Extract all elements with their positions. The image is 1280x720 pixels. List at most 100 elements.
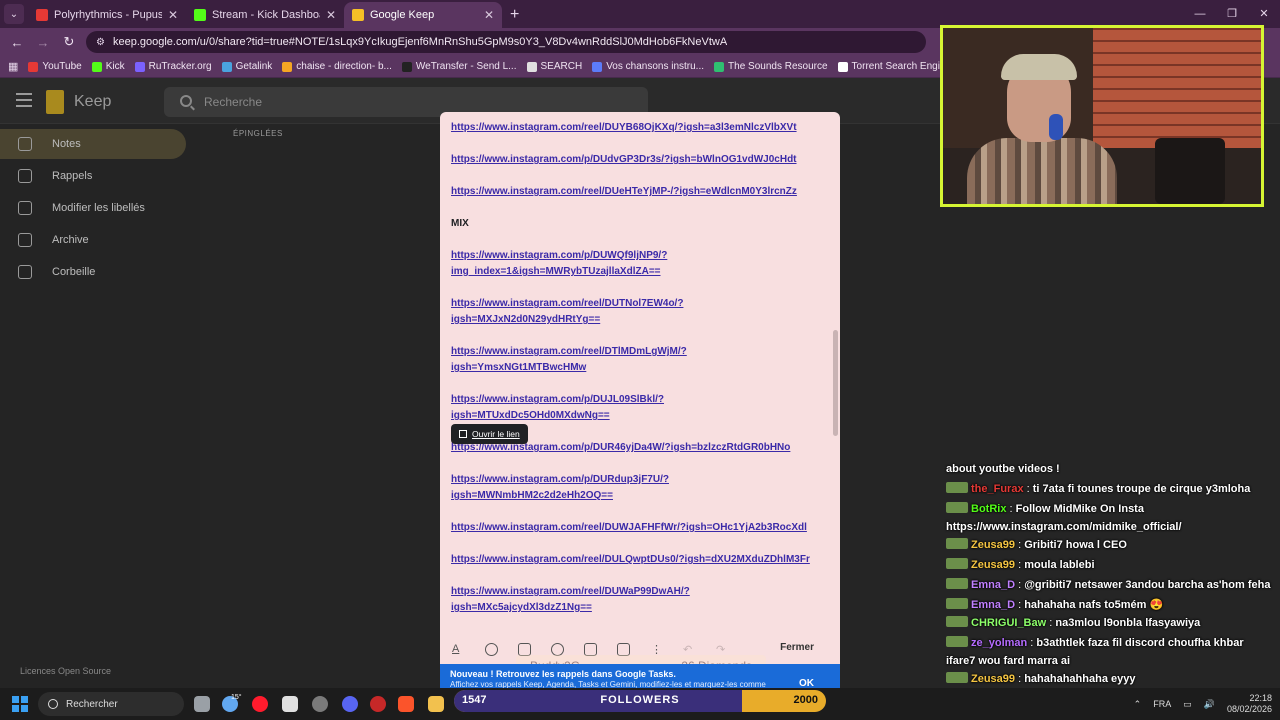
followers-goal: 2000 — [793, 694, 818, 706]
bookmark-label: RuTracker.org — [148, 61, 212, 72]
note-link[interactable]: https://www.instagram.com/p/DUJL09SlBkl/… — [451, 394, 664, 405]
opera-icon[interactable] — [252, 696, 268, 712]
note-link[interactable]: igsh=MXc5ajcydXl3dzZ1Ng== — [451, 602, 592, 613]
note-link[interactable]: https://www.instagram.com/reel/DUWJAFHFf… — [451, 522, 807, 533]
collaborator-icon[interactable] — [551, 642, 564, 656]
note-link[interactable]: https://www.instagram.com/reel/DULQwptDU… — [451, 554, 810, 565]
tab-close-icon[interactable]: ✕ — [484, 8, 494, 22]
minimize-icon[interactable]: — — [1184, 0, 1216, 28]
browser-tab[interactable]: Google Keep ✕ — [344, 2, 502, 28]
bookmark-item[interactable]: RuTracker.org — [134, 61, 212, 72]
note-link[interactable]: https://www.instagram.com/reel/DUTNol7EW… — [451, 298, 683, 309]
sidebar-item-notes[interactable]: Notes — [0, 129, 186, 159]
browser-tab[interactable]: Polyrhythmics - Pupusa Stre ✕ — [28, 2, 186, 28]
main-menu-icon[interactable] — [16, 93, 32, 107]
note-link[interactable]: img_index=1&igsh=MWRybTUzajllaXdlZA== — [451, 266, 661, 277]
forward-arrow-icon[interactable]: → — [34, 35, 52, 50]
sidebar-item-archive[interactable]: Archive — [0, 225, 186, 255]
chat-username[interactable]: Zeusa99 — [971, 673, 1015, 685]
open-link-tooltip[interactable]: Ouvrir le lien — [451, 424, 528, 444]
sidebar-item-rappels[interactable]: Rappels — [0, 161, 186, 191]
taskbar-clock[interactable]: 22:18 08/02/2026 — [1227, 693, 1272, 715]
new-tab-plus-icon[interactable]: + — [510, 6, 519, 24]
app-icon-2[interactable] — [312, 696, 328, 712]
note-link[interactable]: https://www.instagram.com/reel/DUWaP99Dw… — [451, 586, 690, 597]
bookmark-favicon-icon — [526, 61, 537, 72]
note-link[interactable]: igsh=MXJxN2d0N29ydHRtYg== — [451, 314, 600, 325]
back-arrow-icon[interactable]: ← — [8, 35, 26, 50]
chat-username[interactable]: BotRix — [971, 503, 1006, 515]
more-options-icon[interactable]: ⋮ — [650, 643, 663, 656]
chat-username[interactable]: Emna_D — [971, 579, 1015, 591]
licences-link[interactable]: Licences Open Source — [20, 666, 111, 676]
bookmark-item[interactable]: SEARCH — [526, 61, 582, 72]
bookmark-item[interactable]: Kick — [91, 61, 125, 72]
browser-tab[interactable]: Stream - Kick Dashboard ✕ — [186, 2, 344, 28]
chat-username[interactable]: Zeusa99 — [971, 559, 1015, 571]
bookmark-item[interactable]: Vos chansons instru... — [592, 61, 704, 72]
lightbulb-icon — [18, 137, 32, 151]
apps-grid-icon[interactable]: ▦ — [8, 60, 18, 73]
brave-icon[interactable] — [398, 696, 414, 712]
chat-text: hahahaha nafs to5mém 😍 — [1024, 599, 1164, 611]
note-link[interactable]: https://www.instagram.com/reel/DUeHTeYjM… — [451, 186, 797, 197]
note-link[interactable]: igsh=MWNmbHM2c2d2eHh2OQ== — [451, 490, 613, 501]
note-link[interactable]: https://www.instagram.com/p/DURdup3jF7U/… — [451, 474, 669, 485]
note-link[interactable]: https://www.instagram.com/p/DUdvGP3Dr3s/… — [451, 154, 797, 165]
bookmark-item[interactable]: The Sounds Resource — [714, 61, 828, 72]
site-info-icon[interactable]: ⚙ — [96, 37, 105, 48]
tab-close-icon[interactable]: ✕ — [326, 8, 336, 22]
app-icon-3[interactable] — [370, 696, 386, 712]
chat-separator: : — [1015, 579, 1025, 591]
close-window-icon[interactable]: ✕ — [1248, 0, 1280, 28]
note-body[interactable]: https://www.instagram.com/reel/DUYB68OjK… — [440, 112, 840, 632]
taskbar-search[interactable]: Rechercher — [38, 692, 184, 716]
windows-start-icon[interactable] — [12, 696, 28, 712]
tray-lang[interactable]: FRA — [1153, 699, 1171, 709]
chat-message: CHRIGUI_Baw : na3mlou l9onbla lfasyawiya — [946, 614, 1276, 632]
bookmark-item[interactable]: Getalink — [221, 61, 272, 72]
note-link[interactable]: https://www.instagram.com/p/DUWQf9ljNP9/… — [451, 250, 667, 261]
bookmark-label: chaise - direction- b... — [296, 61, 392, 72]
task-view-icon[interactable] — [194, 696, 210, 712]
address-bar[interactable]: ⚙ keep.google.com/u/0/share?tid=true#NOT… — [86, 31, 926, 53]
sidebar-item-modifier-libelles[interactable]: Modifier les libellés — [0, 193, 186, 223]
volume-icon[interactable]: 🔊 — [1204, 699, 1215, 710]
app-icon-1[interactable] — [282, 696, 298, 712]
note-link[interactable]: igsh=YmsxNGt1MTBwcHMw — [451, 362, 586, 373]
bookmark-label: Kick — [105, 61, 125, 72]
tray-chevron-icon[interactable]: ⌃ — [1134, 699, 1142, 710]
close-note-button[interactable]: Fermer — [780, 642, 814, 653]
note-scrollbar[interactable] — [833, 330, 838, 436]
bookmark-item[interactable]: WeTransfer - Send L... — [401, 61, 517, 72]
bookmark-item[interactable]: YouTube — [28, 61, 82, 72]
add-image-icon[interactable] — [584, 642, 597, 656]
tab-close-icon[interactable]: ✕ — [168, 8, 178, 22]
sidebar-item-label: Modifier les libellés — [52, 202, 145, 214]
bookmark-item[interactable]: chaise - direction- b... — [282, 61, 392, 72]
bookmark-item[interactable]: Torrent Search Engi... — [837, 61, 948, 72]
chat-username[interactable]: CHRIGUI_Baw — [971, 617, 1046, 629]
chat-username[interactable]: Zeusa99 — [971, 539, 1015, 551]
chat-badge-icon — [946, 672, 968, 683]
palette-icon[interactable] — [485, 642, 498, 656]
chat-username[interactable]: Emna_D — [971, 599, 1015, 611]
restore-icon[interactable]: ❐ — [1216, 0, 1248, 28]
sidebar-item-corbeille[interactable]: Corbeille — [0, 257, 186, 287]
note-link[interactable]: https://www.instagram.com/reel/DUYB68OjK… — [451, 122, 797, 133]
reminder-bell-icon[interactable] — [518, 642, 531, 656]
reload-icon[interactable]: ↻ — [60, 34, 78, 50]
tab-search-chevron-icon[interactable]: ⌄ — [4, 4, 24, 24]
tab-title: Polyrhythmics - Pupusa Stre — [54, 9, 162, 21]
network-icon[interactable]: ▭ — [1183, 699, 1192, 710]
chat-message: ze_yolman : b3athtlek faza fil discord c… — [946, 634, 1276, 670]
archive-icon[interactable] — [617, 642, 630, 656]
file-explorer-icon[interactable] — [428, 696, 444, 712]
chat-username[interactable]: the_Furax — [971, 483, 1024, 495]
chat-username[interactable]: ze_yolman — [971, 637, 1027, 649]
discord-icon[interactable] — [342, 696, 358, 712]
formatting-icon[interactable]: A — [452, 643, 465, 655]
sidebar-item-label: Corbeille — [52, 266, 96, 278]
note-link[interactable]: igsh=MTUxdDc5OHd0MXdwNg== — [451, 410, 610, 421]
note-link[interactable]: https://www.instagram.com/reel/DTlMDmLgW… — [451, 346, 687, 357]
